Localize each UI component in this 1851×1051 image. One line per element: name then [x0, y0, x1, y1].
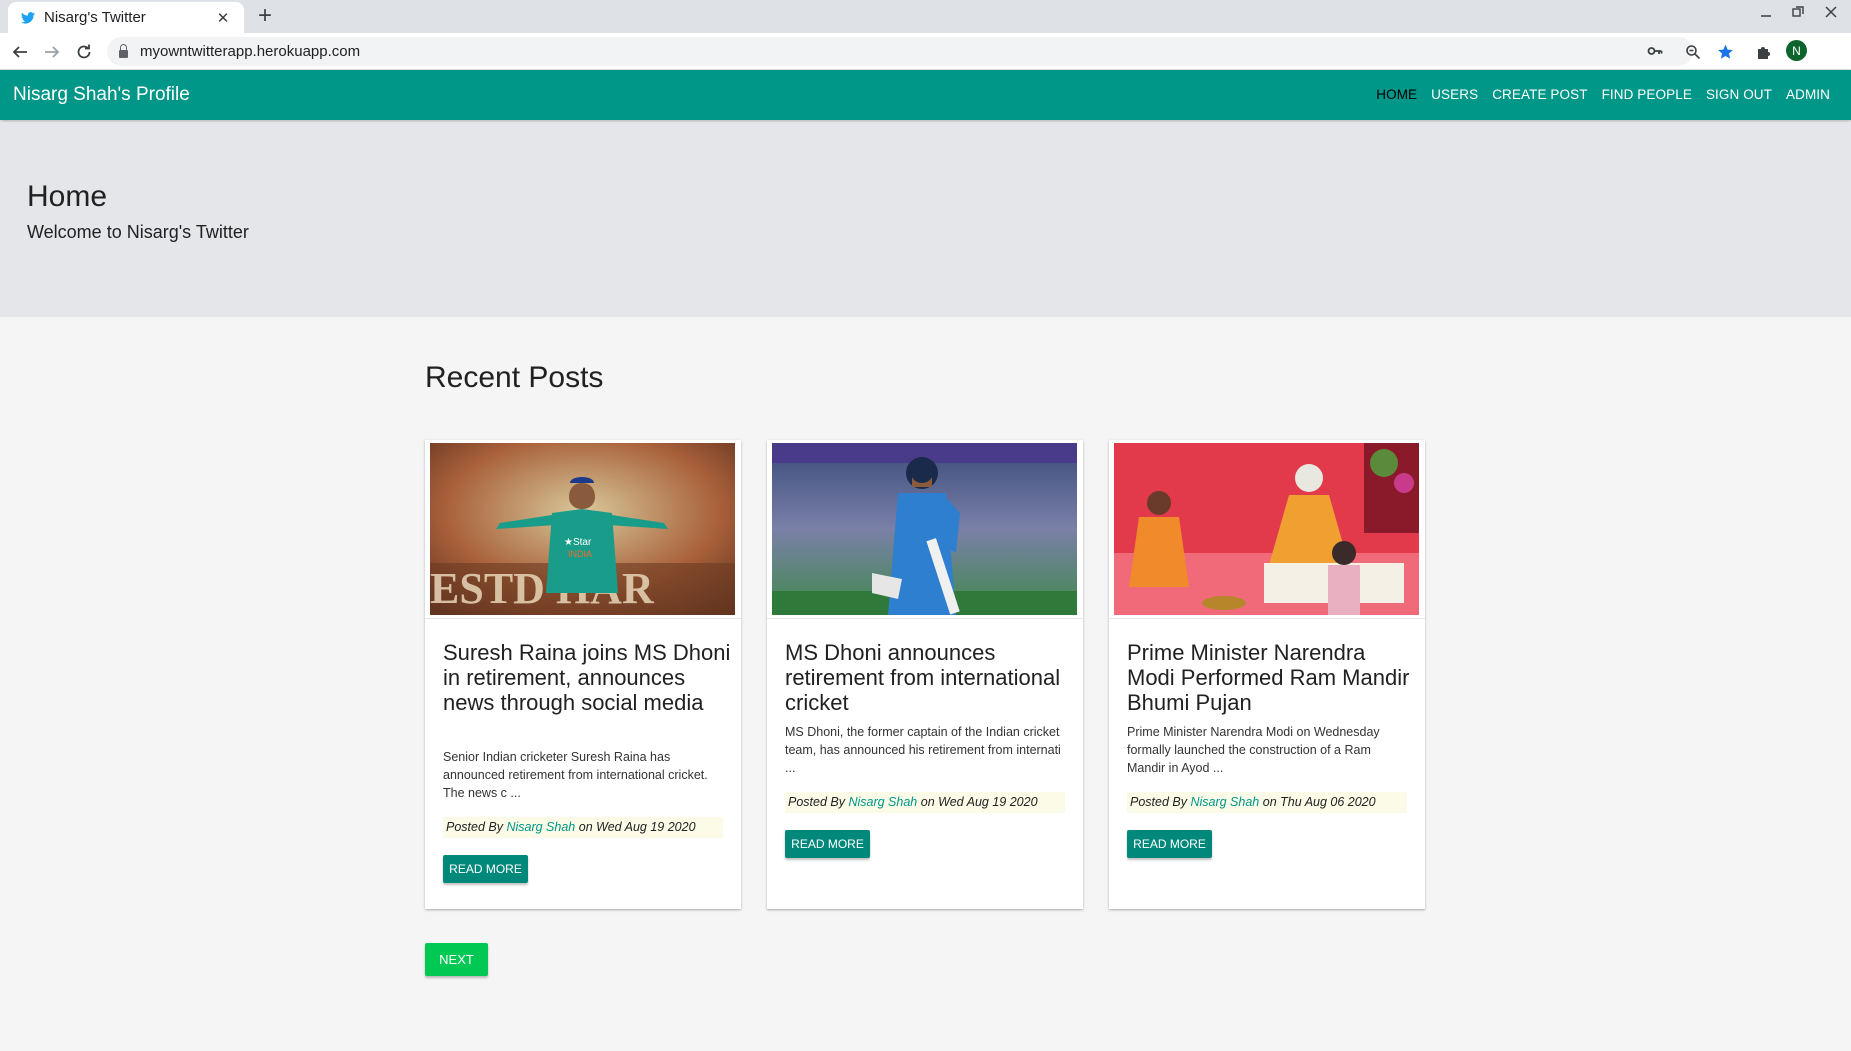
tab-close-icon[interactable]: ✕ [214, 9, 232, 27]
post-author-link[interactable]: Nisarg Shah [848, 795, 917, 809]
posted-by-label: Posted By [1130, 795, 1187, 809]
browser-tabstrip: Nisarg's Twitter ✕ + [0, 0, 1851, 33]
post-date: Wed Aug 19 2020 [938, 795, 1038, 809]
restore-icon[interactable] [1792, 5, 1804, 22]
post-meta: Posted By Nisarg Shah on Thu Aug 06 2020 [1127, 792, 1407, 813]
svg-text:★Star: ★Star [564, 537, 592, 548]
post-title: Suresh Raina joins MS Dhoni in retiremen… [443, 640, 731, 715]
address-bar[interactable]: myowntwitterapp.herokuapp.com [107, 37, 1733, 66]
post-meta: Posted By Nisarg Shah on Wed Aug 19 2020 [785, 792, 1065, 813]
on-label: on [578, 820, 593, 834]
posted-by-label: Posted By [788, 795, 845, 809]
post-excerpt: MS Dhoni, the former captain of the Indi… [785, 725, 1061, 775]
post-image-dhoni [772, 443, 1077, 615]
nav-find-people[interactable]: FIND PEOPLE [1602, 87, 1692, 102]
post-card: MS Dhoni announces retirement from inter… [767, 440, 1083, 909]
read-more-button[interactable]: READ MORE [785, 830, 870, 858]
post-excerpt: Senior Indian cricketer Suresh Raina has… [443, 750, 708, 800]
window-close-icon[interactable] [1825, 5, 1837, 22]
next-page-button[interactable]: NEXT [425, 943, 488, 976]
app-navbar: Nisarg Shah's Profile HOME USERS CREATE … [0, 70, 1851, 120]
lock-icon [119, 43, 128, 58]
card-divider [767, 618, 1083, 619]
url-text: myowntwitterapp.herokuapp.com [140, 43, 361, 60]
post-image-raina: ESTD HAR ★Star INDIA [430, 443, 735, 615]
nav-users[interactable]: USERS [1431, 87, 1478, 102]
on-label: on [1262, 795, 1277, 809]
zoom-icon[interactable] [1685, 44, 1701, 65]
minimize-icon[interactable] [1760, 5, 1772, 22]
nav-sign-out[interactable]: SIGN OUT [1706, 87, 1772, 102]
twitter-bird-icon [20, 10, 36, 26]
browser-tab[interactable]: Nisarg's Twitter ✕ [8, 2, 244, 33]
on-label: on [920, 795, 935, 809]
post-title: Prime Minister Narendra Modi Performed R… [1127, 640, 1410, 715]
post-meta: Posted By Nisarg Shah on Wed Aug 19 2020 [443, 817, 723, 838]
nav-create-post[interactable]: CREATE POST [1492, 87, 1587, 102]
nav-admin[interactable]: ADMIN [1786, 87, 1830, 102]
card-divider [1109, 618, 1425, 619]
hero-banner: Home Welcome to Nisarg's Twitter [0, 122, 1851, 317]
tab-title: Nisarg's Twitter [44, 9, 146, 26]
extensions-puzzle-icon[interactable] [1752, 40, 1776, 64]
post-title: MS Dhoni announces retirement from inter… [785, 640, 1061, 715]
back-icon[interactable] [8, 40, 32, 64]
forward-icon[interactable] [40, 40, 64, 64]
read-more-button[interactable]: READ MORE [1127, 830, 1212, 858]
card-divider [425, 618, 741, 619]
post-date: Thu Aug 06 2020 [1280, 795, 1376, 809]
profile-avatar[interactable]: N [1786, 40, 1807, 61]
post-date: Wed Aug 19 2020 [596, 820, 696, 834]
new-tab-button[interactable]: + [258, 3, 272, 29]
brand-title[interactable]: Nisarg Shah's Profile [13, 84, 190, 106]
posted-by-label: Posted By [446, 820, 503, 834]
post-image-modi [1114, 443, 1419, 615]
recent-posts-heading: Recent Posts [425, 361, 604, 394]
post-author-link[interactable]: Nisarg Shah [506, 820, 575, 834]
post-excerpt: Prime Minister Narendra Modi on Wednesda… [1127, 725, 1380, 775]
browser-toolbar: myowntwitterapp.herokuapp.com [0, 33, 1851, 88]
post-card: ESTD HAR ★Star INDIA Suresh Raina joins … [425, 440, 741, 909]
post-card: Prime Minister Narendra Modi Performed R… [1109, 440, 1425, 909]
svg-text:ESTD HAR: ESTD HAR [430, 564, 655, 613]
post-author-link[interactable]: Nisarg Shah [1190, 795, 1259, 809]
page-subtitle: Welcome to Nisarg's Twitter [27, 222, 249, 242]
bookmark-star-icon[interactable] [1717, 44, 1734, 65]
nav-home[interactable]: HOME [1376, 87, 1417, 102]
reload-icon[interactable] [72, 40, 96, 64]
nav-links: HOME USERS CREATE POST FIND PEOPLE SIGN … [1362, 87, 1830, 102]
page-title: Home [27, 180, 108, 213]
key-icon[interactable] [1647, 44, 1663, 63]
svg-text:INDIA: INDIA [568, 549, 592, 559]
read-more-button[interactable]: READ MORE [443, 855, 528, 883]
